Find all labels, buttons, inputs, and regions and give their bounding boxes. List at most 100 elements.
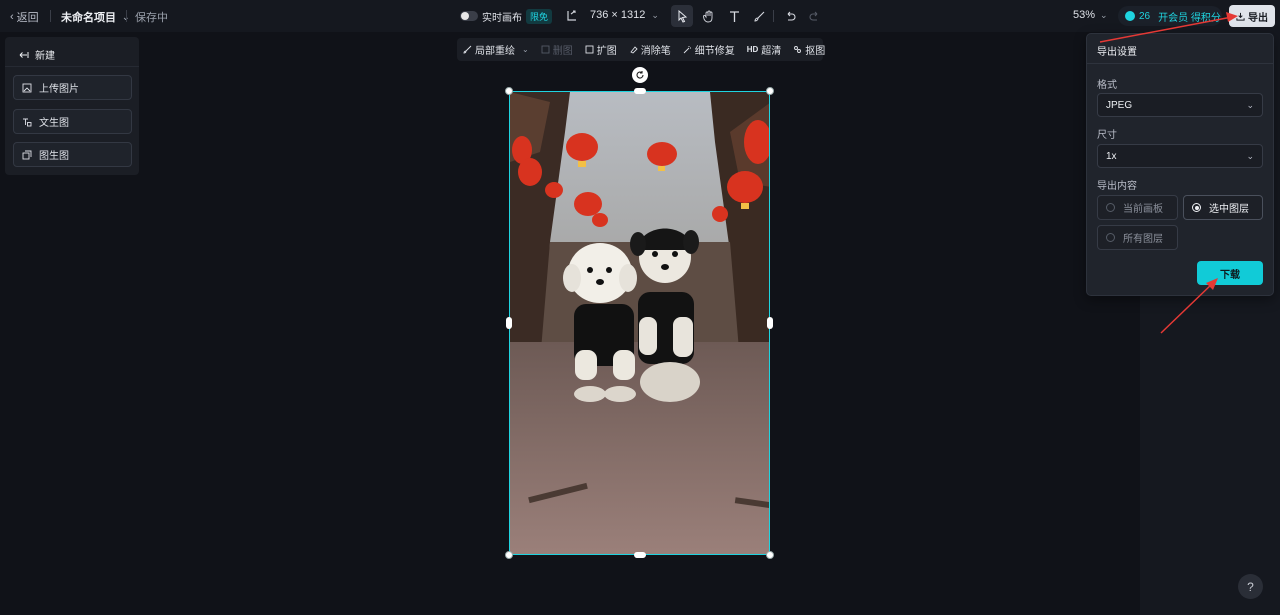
free-badge: 限免 xyxy=(526,8,553,24)
delete-image-label: 删图 xyxy=(552,46,573,57)
resize-handle-top[interactable] xyxy=(634,88,646,94)
option-selected-layer[interactable]: 选中图层 xyxy=(1183,195,1263,220)
cutout-label: 抠图 xyxy=(805,46,826,57)
panel-title: 导出设置 xyxy=(1097,47,1137,58)
canvas-image-layer[interactable] xyxy=(509,91,770,555)
undo-icon xyxy=(787,11,795,21)
project-name: 未命名项目 xyxy=(61,12,116,24)
divider xyxy=(126,10,127,22)
resize-handle-bottom-right[interactable] xyxy=(766,551,774,559)
realtime-label: 实时画布 xyxy=(482,12,522,24)
resize-handle-top-left[interactable] xyxy=(505,87,513,95)
vip-link[interactable]: 开会员 得积分 xyxy=(1158,9,1221,24)
inpaint-dropdown[interactable]: 局部重绘 ⌄ xyxy=(463,42,529,57)
eraser-icon xyxy=(630,46,638,54)
resize-handle-bottom[interactable] xyxy=(634,552,646,558)
radio-selected-icon xyxy=(1192,203,1201,212)
chevron-down-icon: ⌄ xyxy=(1246,99,1254,110)
chevron-down-icon: ⌄ xyxy=(1246,150,1254,161)
divider xyxy=(5,66,139,67)
brush-tool[interactable] xyxy=(748,5,770,27)
wand-icon xyxy=(683,46,691,54)
brush-icon xyxy=(753,11,764,22)
expand-image-button[interactable]: 扩图 xyxy=(585,42,617,57)
inpaint-brush-icon xyxy=(463,45,472,54)
export-settings-panel: 导出设置 格式 JPEG ⌄ 尺寸 1x ⌄ 导出内容 当前画板 选中图层 所有… xyxy=(1086,33,1274,296)
canvas-size-dropdown[interactable]: 736 × 1312 ⌄ xyxy=(590,9,659,21)
divider xyxy=(773,10,774,22)
option-selected-layer-label: 选中图层 xyxy=(1209,204,1249,215)
cutout-icon xyxy=(794,46,802,53)
image-to-image-button[interactable]: 图生图 xyxy=(13,142,132,167)
chevron-down-icon: ⌄ xyxy=(522,45,529,54)
back-arrow-icon xyxy=(19,51,29,58)
generated-image-two-dogs xyxy=(510,92,769,554)
redo-button[interactable] xyxy=(803,5,825,27)
divider xyxy=(50,10,51,22)
image-to-image-label: 图生图 xyxy=(39,151,69,162)
credits-pill[interactable]: 26 开会员 得积分 xyxy=(1118,6,1222,26)
save-status: 保存中 xyxy=(135,12,168,24)
help-label: ? xyxy=(1247,579,1254,594)
detail-repair-button[interactable]: 细节修复 xyxy=(683,42,735,57)
size-select[interactable]: 1x ⌄ xyxy=(1097,144,1263,168)
text-to-image-icon xyxy=(23,118,32,126)
chevron-left-icon: ‹ xyxy=(10,11,14,23)
text-to-image-label: 文生图 xyxy=(39,118,69,129)
delete-image-icon xyxy=(541,45,550,54)
undo-button[interactable] xyxy=(779,5,801,27)
new-button[interactable]: 新建 xyxy=(19,47,55,62)
toggle-switch[interactable] xyxy=(460,11,478,21)
resize-icon[interactable] xyxy=(567,10,577,21)
eraser-label: 消除笔 xyxy=(640,46,671,57)
eraser-button[interactable]: 消除笔 xyxy=(629,42,671,57)
help-button[interactable]: ? xyxy=(1238,574,1263,599)
size-label: 尺寸 xyxy=(1097,130,1117,141)
project-name-dropdown[interactable]: 未命名项目 ⌄ xyxy=(61,9,130,25)
zoom-dropdown[interactable]: 53% ⌄ xyxy=(1073,9,1108,21)
redo-icon xyxy=(809,11,817,21)
resize-handle-left[interactable] xyxy=(506,317,512,329)
expand-label: 扩图 xyxy=(596,46,617,57)
image-edit-toolbar: 局部重绘 ⌄ 删图 扩图 消除笔 细节修复 HD 超清 抠图 xyxy=(457,38,825,61)
hd-upscale-button[interactable]: HD 超清 xyxy=(747,42,782,57)
detail-repair-label: 细节修复 xyxy=(694,46,735,57)
download-label: 下载 xyxy=(1220,269,1240,281)
zoom-value: 53% xyxy=(1073,9,1096,21)
option-all-layers[interactable]: 所有图层 xyxy=(1097,225,1178,250)
hd-label: 超清 xyxy=(761,46,782,57)
download-button[interactable]: 下载 xyxy=(1197,261,1263,285)
hand-tool[interactable] xyxy=(697,5,719,27)
delete-image-button[interactable]: 删图 xyxy=(541,42,573,57)
rotate-handle[interactable] xyxy=(632,67,648,83)
resize-handle-bottom-left[interactable] xyxy=(505,551,513,559)
radio-icon xyxy=(1106,203,1115,212)
export-button[interactable]: 导出 xyxy=(1229,5,1275,27)
cursor-arrow-icon xyxy=(678,9,687,23)
top-bar: ‹ 返回 未命名项目 ⌄ 保存中 实时画布 限免 736 × 1312 ⌄ 53… xyxy=(0,0,1280,32)
download-icon xyxy=(1236,12,1245,21)
text-icon xyxy=(729,10,739,22)
realtime-canvas-toggle[interactable]: 实时画布 限免 xyxy=(460,6,553,26)
text-to-image-button[interactable]: 文生图 xyxy=(13,109,132,134)
cutout-button[interactable]: 抠图 xyxy=(793,42,825,57)
new-label: 新建 xyxy=(35,51,55,62)
resize-handle-top-right[interactable] xyxy=(766,87,774,95)
expand-icon xyxy=(585,45,594,54)
option-current-board-label: 当前画板 xyxy=(1123,204,1163,215)
back-button[interactable]: ‹ 返回 xyxy=(10,9,39,25)
format-select[interactable]: JPEG ⌄ xyxy=(1097,93,1263,117)
hand-icon xyxy=(702,10,712,22)
upload-image-button[interactable]: 上传图片 xyxy=(13,75,132,100)
hd-icon: HD xyxy=(746,45,759,54)
upload-image-icon xyxy=(22,83,32,92)
radio-icon xyxy=(1106,233,1115,242)
text-tool[interactable] xyxy=(723,5,745,27)
resize-handle-right[interactable] xyxy=(767,317,773,329)
option-current-board[interactable]: 当前画板 xyxy=(1097,195,1178,220)
left-panel: 新建 上传图片 文生图 图生图 xyxy=(5,37,139,175)
divider xyxy=(1087,63,1273,64)
inpaint-label: 局部重绘 xyxy=(475,46,515,57)
chevron-down-icon: ⌄ xyxy=(1100,9,1108,20)
select-tool[interactable] xyxy=(671,5,693,27)
